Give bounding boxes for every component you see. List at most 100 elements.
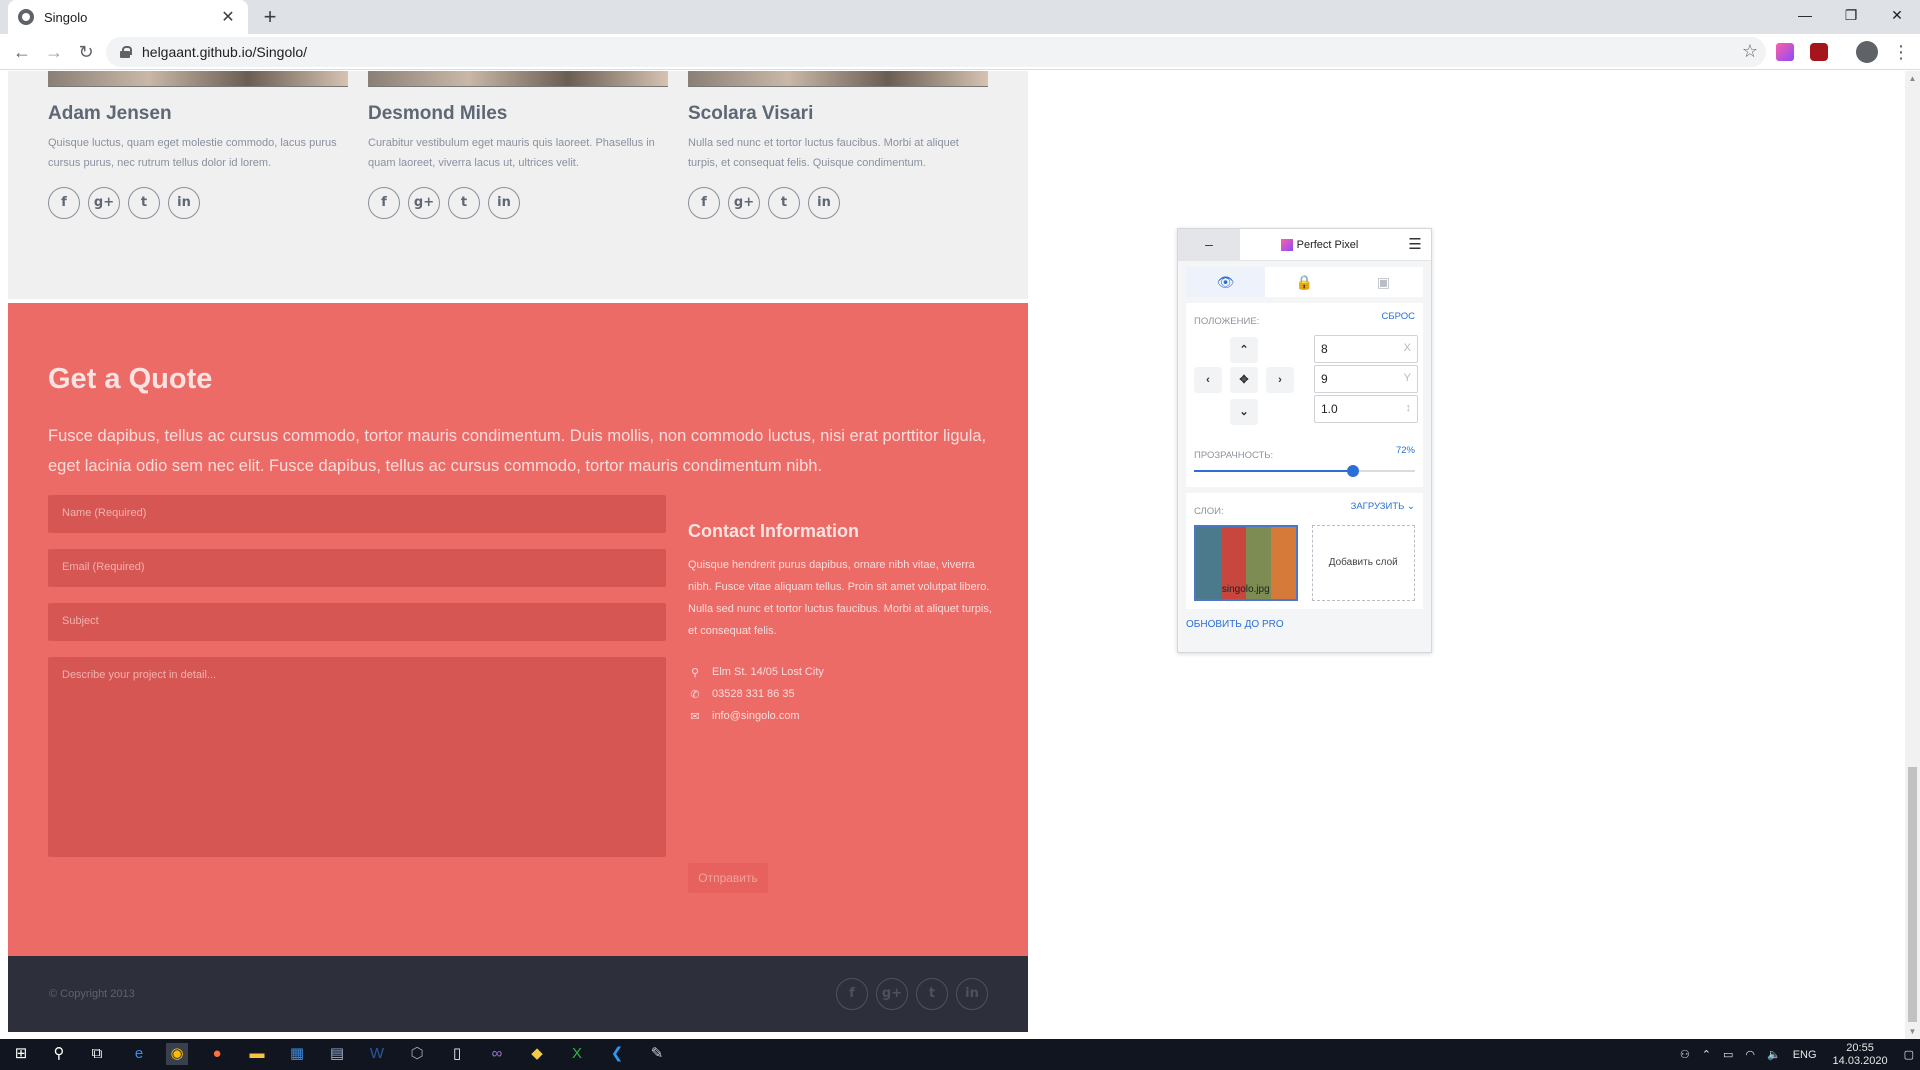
scrollbar-thumb[interactable] xyxy=(1908,767,1917,1022)
member-socials: f g+ t in xyxy=(368,187,668,219)
send-button[interactable]: Отправить xyxy=(688,863,768,893)
volume-icon[interactable]: 🔈 xyxy=(1767,1048,1781,1061)
wifi-icon[interactable]: ◠ xyxy=(1745,1048,1755,1061)
x-offset-input[interactable]: 8 X xyxy=(1314,335,1418,363)
forward-arrow-icon[interactable]: → xyxy=(42,40,66,64)
quote-section: Get a Quote Fusce dapibus, tellus ac cur… xyxy=(8,301,1028,956)
member-photo xyxy=(368,71,668,87)
move-right-button[interactable]: › xyxy=(1266,367,1294,393)
twitter-icon[interactable]: t xyxy=(768,187,800,219)
perfect-pixel-panel: – Perfect Pixel ☰ 👁 🔒 ▣ ПОЛОЖЕНИЕ: СБРОС… xyxy=(1177,228,1432,653)
firefox-icon[interactable]: ● xyxy=(206,1043,228,1065)
center-button[interactable]: ✥ xyxy=(1230,367,1258,393)
task-view-icon[interactable]: ⧉ xyxy=(86,1043,108,1065)
windows-start-icon[interactable]: ⊞ xyxy=(10,1043,32,1065)
eye-icon[interactable]: 👁 xyxy=(1186,267,1265,297)
battery-icon[interactable]: ▭ xyxy=(1723,1048,1733,1061)
twitter-icon[interactable]: t xyxy=(448,187,480,219)
scale-input[interactable]: 1.0 ↕ xyxy=(1314,395,1418,423)
ublock-extension-icon[interactable] xyxy=(1810,43,1828,61)
linkedin-icon[interactable]: in xyxy=(956,978,988,1010)
file-explorer-icon[interactable]: ▬ xyxy=(246,1043,268,1065)
move-left-button[interactable]: ‹ xyxy=(1194,367,1222,393)
reset-link[interactable]: СБРОС xyxy=(1382,311,1415,322)
chrome-icon[interactable]: ◉ xyxy=(166,1043,188,1065)
restore-window-button[interactable]: ❐ xyxy=(1828,0,1874,30)
slider-fill xyxy=(1194,470,1354,472)
notepad-icon[interactable]: ▯ xyxy=(446,1043,468,1065)
visual-studio-icon[interactable]: ∞ xyxy=(486,1043,508,1065)
bookmark-star-icon[interactable]: ☆ xyxy=(1742,41,1758,62)
page-scrollbar[interactable]: ▲ ▼ xyxy=(1905,71,1920,1039)
calendar-app-icon[interactable]: ▦ xyxy=(286,1043,308,1065)
minimize-panel-button[interactable]: – xyxy=(1178,229,1240,261)
linkedin-icon[interactable]: in xyxy=(488,187,520,219)
word-icon[interactable]: W xyxy=(366,1043,388,1065)
name-field[interactable]: Name (Required) xyxy=(48,495,666,533)
git-icon[interactable]: ◆ xyxy=(526,1043,548,1065)
excel-icon[interactable]: X xyxy=(566,1043,588,1065)
tray-chevron-icon[interactable]: ⌃ xyxy=(1702,1048,1711,1061)
search-icon[interactable]: ⚲ xyxy=(48,1043,70,1065)
upgrade-link[interactable]: ОБНОВИТЬ ДО PRO xyxy=(1186,619,1423,630)
profile-avatar-icon[interactable] xyxy=(1856,41,1878,63)
subject-field[interactable]: Subject xyxy=(48,603,666,641)
move-up-button[interactable]: ⌃ xyxy=(1230,337,1258,363)
opacity-slider[interactable] xyxy=(1194,463,1415,479)
scroll-up-arrow-icon[interactable]: ▲ xyxy=(1908,74,1917,83)
image-viewer-icon[interactable]: ▤ xyxy=(326,1043,348,1065)
tab-close-button[interactable]: ✕ xyxy=(218,7,238,27)
linkedin-icon[interactable]: in xyxy=(808,187,840,219)
clock[interactable]: 20:55 14.03.2020 xyxy=(1833,1042,1888,1068)
address-bar[interactable]: helgaant.github.io/Singolo/ ☆ xyxy=(106,37,1766,67)
vscode-icon[interactable]: ❮ xyxy=(606,1043,628,1065)
position-label: ПОЛОЖЕНИЕ: xyxy=(1194,316,1260,327)
layer-toggle-icon[interactable]: ▣ xyxy=(1344,267,1423,297)
upload-link[interactable]: ЗАГРУЗИТЬ ⌄ xyxy=(1351,501,1415,512)
people-icon[interactable]: ⚇ xyxy=(1680,1048,1690,1061)
notifications-icon[interactable]: ▢ xyxy=(1904,1048,1914,1061)
contact-email[interactable]: info@singolo.com xyxy=(712,710,800,722)
member-photo xyxy=(48,71,348,87)
facebook-icon[interactable]: f xyxy=(368,187,400,219)
input-language[interactable]: ENG xyxy=(1793,1049,1817,1061)
google-plus-icon[interactable]: g+ xyxy=(88,187,120,219)
twitter-icon[interactable]: t xyxy=(128,187,160,219)
google-plus-icon[interactable]: g+ xyxy=(728,187,760,219)
facebook-icon[interactable]: f xyxy=(836,978,868,1010)
edge-icon[interactable]: e xyxy=(128,1043,150,1065)
chrome-menu-icon[interactable]: ⋮ xyxy=(1892,41,1910,63)
layer-thumbnail[interactable]: singolo.jpg xyxy=(1194,525,1298,601)
scroll-down-arrow-icon[interactable]: ▼ xyxy=(1908,1027,1917,1036)
contact-address-row: ⚲ Elm St. 14/05 Lost City xyxy=(688,664,998,680)
close-window-button[interactable]: ✕ xyxy=(1874,0,1920,30)
panel-brand: Perfect Pixel xyxy=(1240,229,1399,260)
member-name: Scolara Visari xyxy=(688,103,814,124)
google-plus-icon[interactable]: g+ xyxy=(876,978,908,1010)
add-layer-button[interactable]: Добавить слой xyxy=(1311,525,1415,601)
linkedin-icon[interactable]: in xyxy=(168,187,200,219)
google-plus-icon[interactable]: g+ xyxy=(408,187,440,219)
new-tab-button[interactable]: + xyxy=(256,4,284,32)
email-field[interactable]: Email (Required) xyxy=(48,549,666,587)
browser-tab[interactable]: Singolo ✕ xyxy=(8,0,248,34)
contact-phone-row: ✆ 03528 331 86 35 xyxy=(688,686,998,702)
member-bio: Quisque luctus, quam eget molestie commo… xyxy=(48,137,337,169)
slider-knob[interactable] xyxy=(1347,465,1360,477)
paint-icon[interactable]: ✎ xyxy=(646,1043,668,1065)
copyright-text: © Copyright 2013 xyxy=(49,988,135,1000)
perfect-pixel-extension-icon[interactable] xyxy=(1776,43,1794,61)
facebook-icon[interactable]: f xyxy=(48,187,80,219)
hamburger-menu-icon[interactable]: ☰ xyxy=(1399,229,1431,260)
minimize-window-button[interactable]: — xyxy=(1782,0,1828,30)
facebook-icon[interactable]: f xyxy=(688,187,720,219)
twitter-icon[interactable]: t xyxy=(916,978,948,1010)
move-down-button[interactable]: ⌄ xyxy=(1230,399,1258,425)
back-arrow-icon[interactable]: ← xyxy=(10,40,34,64)
member-bio: Curabitur vestibulum eget mauris quis la… xyxy=(368,137,655,169)
reload-icon[interactable]: ↻ xyxy=(74,40,98,64)
virtualbox-icon[interactable]: ⬡ xyxy=(406,1043,428,1065)
message-textarea[interactable]: Describe your project in detail... xyxy=(48,657,666,857)
lock-icon[interactable]: 🔒 xyxy=(1265,267,1344,297)
y-offset-input[interactable]: 9 Y xyxy=(1314,365,1418,393)
